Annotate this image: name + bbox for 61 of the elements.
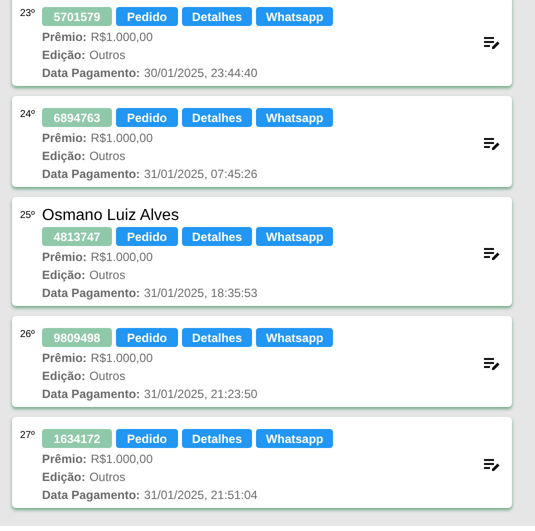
action-button[interactable]: Detalhes <box>182 429 252 448</box>
field-label: Prêmio: <box>42 451 87 468</box>
field-value: 31/01/2025, 21:51:04 <box>144 487 258 504</box>
field-value: 31/01/2025, 18:35:53 <box>144 285 258 302</box>
field-value: 31/01/2025, 21:23:50 <box>144 386 258 403</box>
field-label: Edição: <box>42 469 86 486</box>
field-value: R$1.000,00 <box>90 29 153 46</box>
position-label: 26º <box>20 328 36 342</box>
action-button[interactable]: Whatsapp <box>256 429 334 448</box>
action-button[interactable]: Whatsapp <box>256 328 334 347</box>
field-value: 31/01/2025, 07:45:26 <box>144 166 258 183</box>
field-label: Data Pagamento: <box>42 386 140 403</box>
field-value: R$1.000,00 <box>90 249 153 266</box>
action-button[interactable]: Pedido <box>116 108 178 127</box>
field-label: Data Pagamento: <box>42 285 140 302</box>
field-value: Outros <box>89 47 126 64</box>
ticket-code-badge: 4813747 <box>42 227 112 246</box>
edit-list-icon[interactable] <box>484 458 500 472</box>
field-value: Outros <box>89 267 126 284</box>
field-label: Edição: <box>42 148 86 165</box>
field-label: Prêmio: <box>42 350 87 367</box>
field-label: Prêmio: <box>42 130 87 147</box>
winner-name: Osmano Luiz Alves <box>42 206 179 226</box>
action-button[interactable]: Whatsapp <box>256 108 334 127</box>
action-button[interactable]: Pedido <box>116 227 178 246</box>
edit-list-icon[interactable] <box>484 357 500 371</box>
action-button[interactable]: Detalhes <box>182 108 252 127</box>
action-button[interactable]: Pedido <box>116 7 178 26</box>
field-value: R$1.000,00 <box>90 451 153 468</box>
field-value: R$1.000,00 <box>90 130 153 147</box>
action-button[interactable]: Whatsapp <box>256 227 334 246</box>
ticket-code-badge: 6894763 <box>42 108 112 127</box>
action-button[interactable]: Whatsapp <box>256 7 334 26</box>
ticket-code-badge: 1634172 <box>42 429 112 448</box>
field-value: Outros <box>89 148 126 165</box>
position-label: 24º <box>20 108 36 122</box>
edit-list-icon[interactable] <box>484 137 500 151</box>
field-label: Edição: <box>42 47 86 64</box>
edit-list-icon[interactable] <box>484 247 500 261</box>
field-value: 30/01/2025, 23:44:40 <box>144 65 258 82</box>
field-value: Outros <box>89 368 126 385</box>
field-value: R$1.000,00 <box>90 350 153 367</box>
field-label: Prêmio: <box>42 29 87 46</box>
ticket-code-badge: 9809498 <box>42 328 112 347</box>
edit-list-icon[interactable] <box>484 36 500 50</box>
field-label: Edição: <box>42 267 86 284</box>
action-button[interactable]: Detalhes <box>182 7 252 26</box>
action-button[interactable]: Detalhes <box>182 227 252 246</box>
position-label: 23º <box>20 7 36 21</box>
action-button[interactable]: Detalhes <box>182 328 252 347</box>
field-value: Outros <box>89 469 126 486</box>
position-label: 27º <box>20 429 36 443</box>
action-button[interactable]: Pedido <box>116 429 178 448</box>
field-label: Data Pagamento: <box>42 65 140 82</box>
field-label: Edição: <box>42 368 86 385</box>
ticket-code-badge: 5701579 <box>42 7 112 26</box>
field-label: Prêmio: <box>42 249 87 266</box>
field-label: Data Pagamento: <box>42 487 140 504</box>
position-label: 25º <box>20 209 36 223</box>
field-label: Data Pagamento: <box>42 166 140 183</box>
action-button[interactable]: Pedido <box>116 328 178 347</box>
